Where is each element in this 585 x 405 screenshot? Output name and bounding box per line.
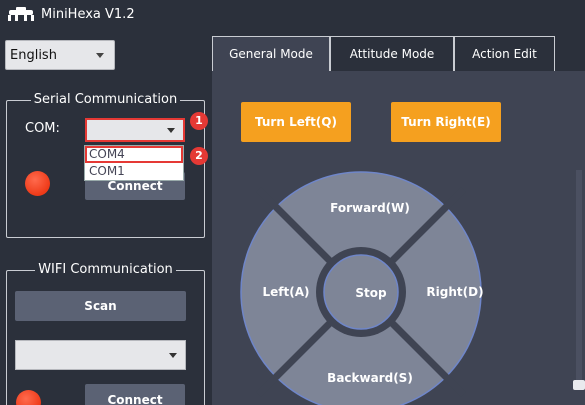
left-label[interactable]: Left(A) [263,285,310,299]
wifi-network-select[interactable] [15,340,186,370]
wifi-group-legend: WIFI Communication [35,262,176,277]
step-badge-2: 2 [190,147,208,165]
forward-label[interactable]: Forward(W) [330,201,410,215]
chevron-down-icon [96,53,104,58]
com-port-dropdown-list: COM4 COM1 [84,145,184,181]
chevron-down-icon [167,128,175,133]
right-label[interactable]: Right(D) [426,285,483,299]
serial-status-indicator [25,171,50,196]
turn-right-button[interactable]: Turn Right(E) [391,102,501,142]
backward-label[interactable]: Backward(S) [327,371,413,385]
wifi-connect-button[interactable]: Connect [85,384,185,405]
language-select[interactable]: English [5,40,115,70]
tab-attitude-mode[interactable]: Attitude Mode [330,36,454,72]
com-label: COM: [25,121,60,136]
tab-action-edit[interactable]: Action Edit [454,36,555,72]
tab-general-mode[interactable]: General Mode [212,36,330,72]
turn-left-button[interactable]: Turn Left(Q) [241,102,351,142]
serial-group-legend: Serial Communication [30,92,181,107]
direction-pad: Forward(W) Left(A) Right(D) Backward(S) … [240,171,484,405]
hexapod-logo-icon [8,7,34,21]
wifi-scan-button[interactable]: Scan [15,291,186,321]
language-selected-value: English [10,47,57,63]
chevron-down-icon [169,353,177,358]
com-option-com1[interactable]: COM1 [85,163,183,180]
mode-tabs: General Mode Attitude Mode Action Edit [212,36,555,72]
com-option-com4[interactable]: COM4 [85,146,183,163]
step-badge-1: 1 [190,112,208,130]
scrollbar-thumb[interactable] [573,380,585,390]
panel-scrollbar[interactable] [576,170,582,380]
title-bar: MiniHexa V1.2 [0,0,585,28]
app-title: MiniHexa V1.2 [41,6,135,22]
stop-label[interactable]: Stop [355,286,387,300]
com-port-select[interactable] [85,118,185,142]
